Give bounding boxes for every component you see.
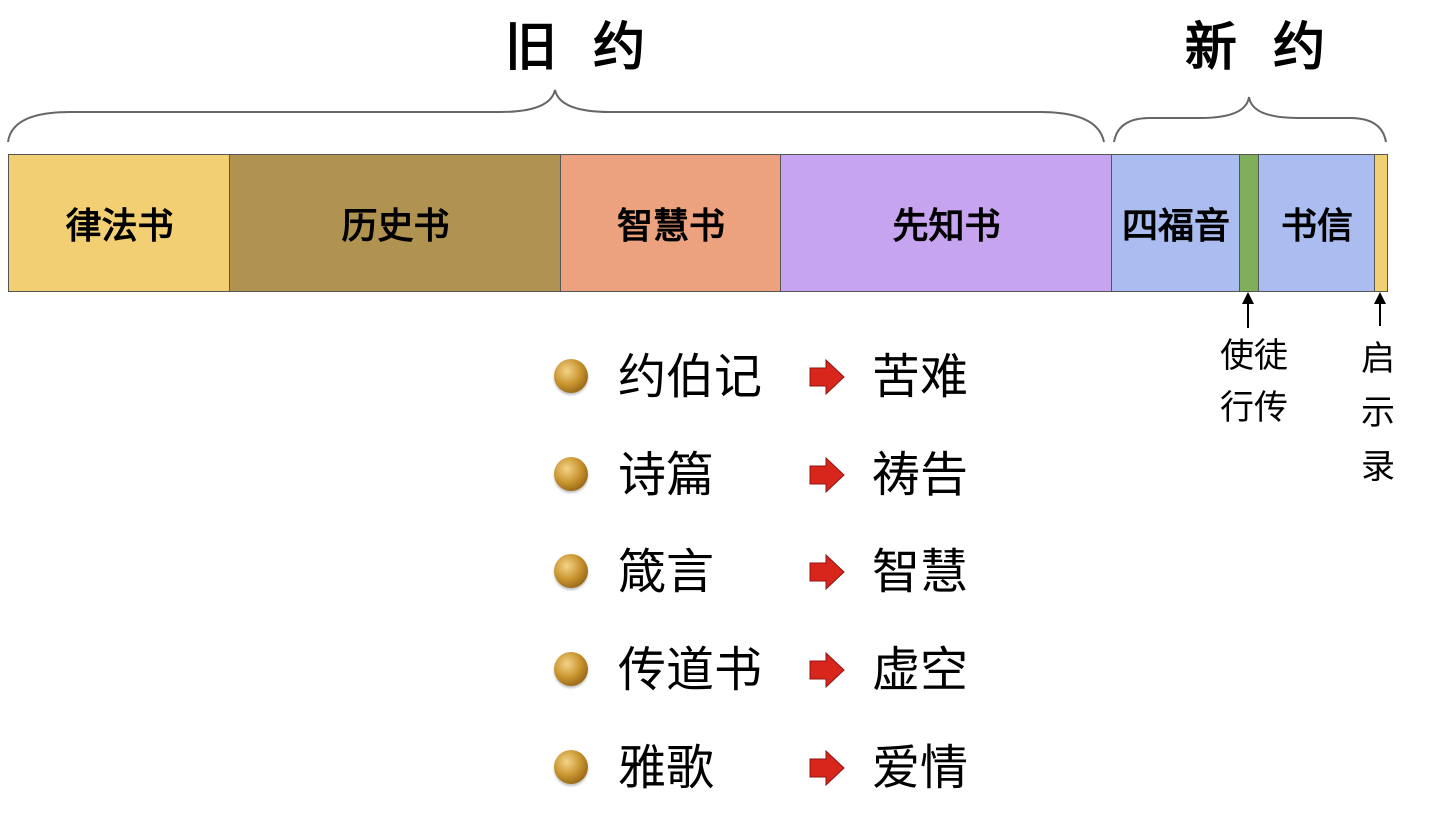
revelation-label-char: 录	[1361, 447, 1395, 487]
book-name: 约伯记	[618, 349, 763, 405]
acts-label-line: 使徒	[1220, 336, 1288, 376]
bar-segment-wisdom: 智慧书	[560, 154, 782, 292]
revelation-pointer-line	[1379, 302, 1381, 326]
list-item: 传道书 虚空	[554, 640, 1014, 700]
bar-segment-epistles: 书信	[1258, 154, 1376, 292]
red-arrow-icon	[809, 652, 845, 688]
bar-segment-gospels: 四福音	[1111, 154, 1241, 292]
segment-label: 先知书	[892, 206, 1001, 247]
revelation-label-char: 启	[1361, 339, 1395, 379]
bullet-icon	[554, 359, 588, 393]
new-testament-brace	[1113, 96, 1387, 143]
segment-label: 四福音	[1121, 206, 1230, 247]
book-theme: 智慧	[872, 544, 969, 600]
red-arrow-icon	[809, 554, 845, 590]
book-name: 诗篇	[618, 447, 715, 503]
revelation-label-char: 示	[1361, 393, 1395, 433]
acts-label-line: 行传	[1220, 388, 1288, 428]
book-theme: 苦难	[872, 349, 969, 405]
book-name: 箴言	[618, 544, 715, 600]
book-theme: 祷告	[872, 447, 969, 503]
bar-segment-history: 历史书	[229, 154, 562, 292]
acts-label: 使徒 行传	[1212, 330, 1296, 434]
list-item: 雅歌 爱情	[554, 738, 1014, 798]
bullet-icon	[554, 554, 588, 588]
book-name: 传道书	[618, 642, 763, 698]
red-arrow-icon	[809, 359, 845, 395]
red-arrow-icon	[809, 750, 845, 786]
segment-label: 历史书	[341, 206, 450, 247]
bar-segment-prophets: 先知书	[780, 154, 1113, 292]
bar-segment-law: 律法书	[8, 154, 231, 292]
segment-label: 书信	[1280, 206, 1353, 247]
bullet-icon	[554, 652, 588, 686]
book-theme: 虚空	[872, 642, 969, 698]
bar-segment-acts	[1239, 154, 1260, 292]
acts-pointer-line	[1247, 302, 1249, 328]
list-item: 诗篇 祷告	[554, 445, 1014, 505]
book-name: 雅歌	[618, 740, 715, 796]
bullet-icon	[554, 750, 588, 784]
list-item: 约伯记 苦难	[554, 347, 1014, 407]
bar-segment-revelation	[1374, 154, 1388, 292]
list-item: 箴言 智慧	[554, 542, 1014, 602]
book-theme: 爱情	[872, 740, 969, 796]
revelation-label: 启 示 录	[1352, 332, 1404, 494]
red-arrow-icon	[809, 457, 845, 493]
segment-label: 智慧书	[616, 206, 725, 247]
testament-braces	[7, 89, 1387, 143]
bullet-icon	[554, 457, 588, 491]
old-testament-brace	[7, 89, 1105, 143]
segment-label: 律法书	[65, 206, 174, 247]
